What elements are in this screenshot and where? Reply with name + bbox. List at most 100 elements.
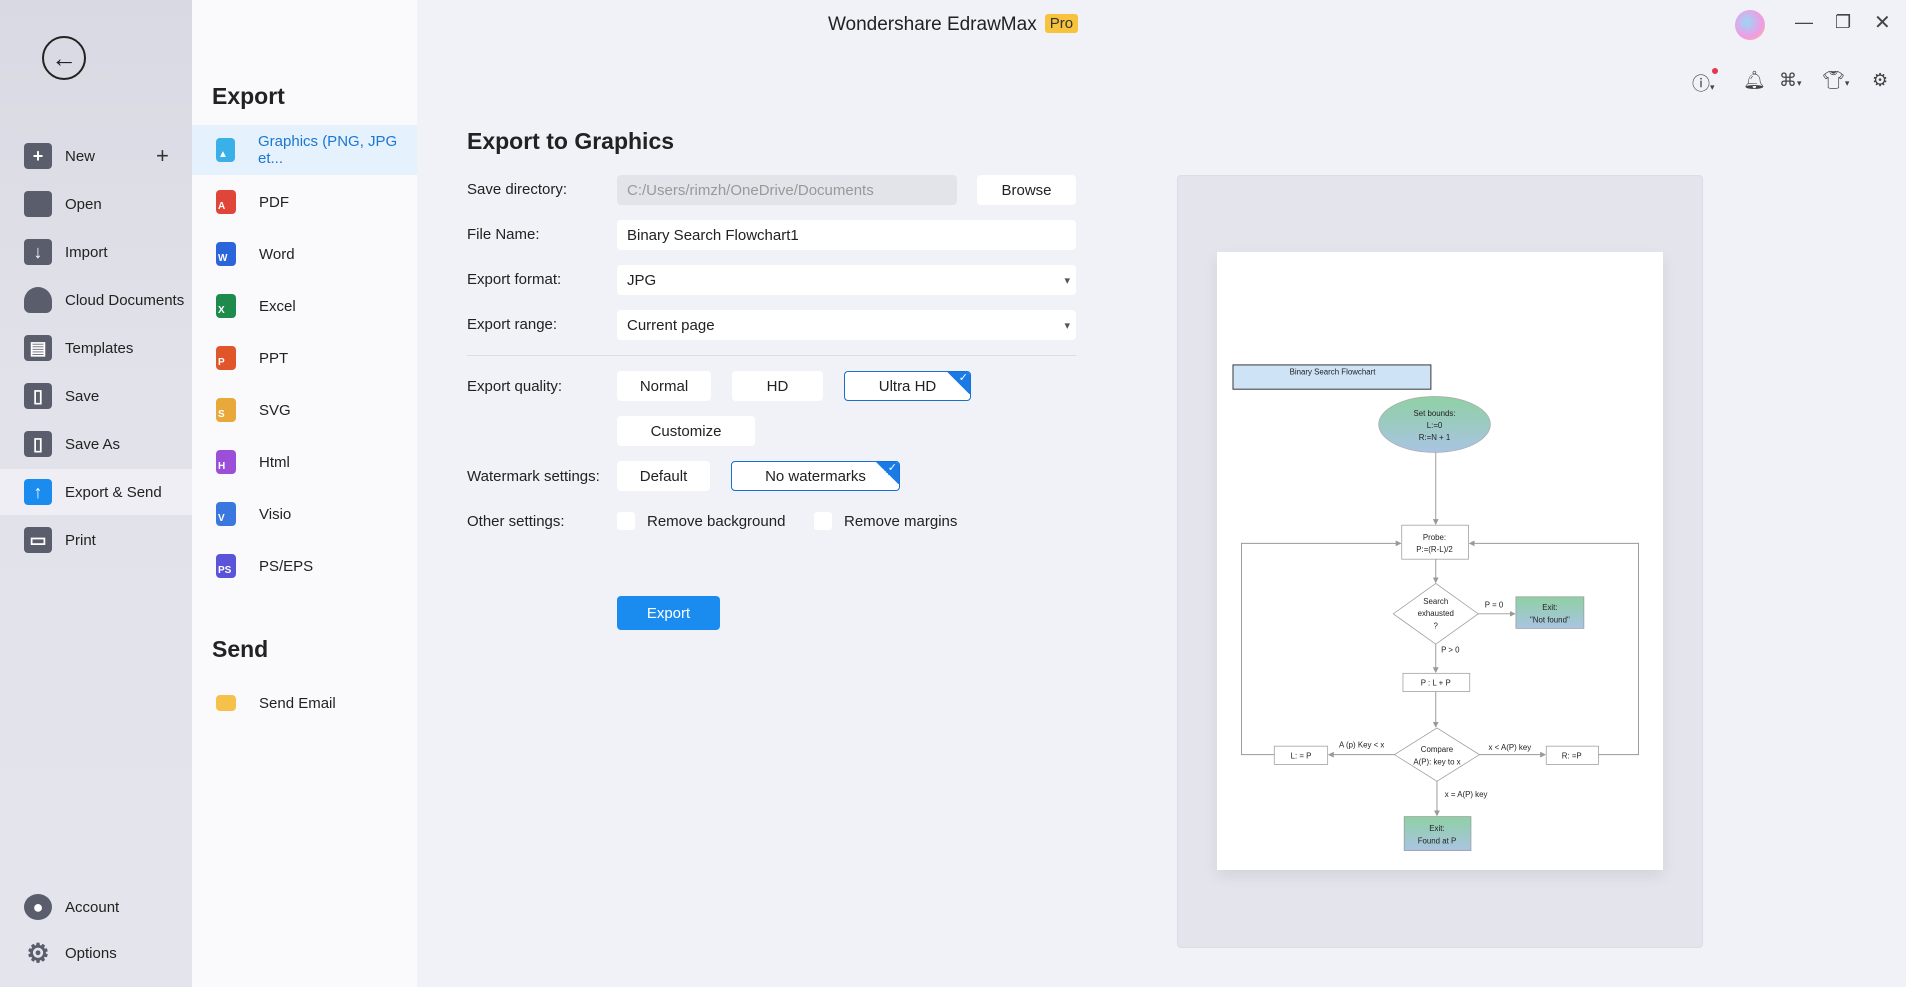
remove-margins-label[interactable]: Remove margins [844, 513, 957, 530]
sidebar: ← + New + Open ↓ Import Cloud Documents ▤ Te… [0, 0, 192, 987]
other-settings-label: Other settings: [467, 513, 565, 530]
left-box-text: L: = P [1291, 751, 1312, 760]
quality-normal-button[interactable]: Normal [617, 371, 711, 401]
plus-square-icon: + [24, 143, 52, 169]
export-format-label: Export format: [467, 271, 562, 288]
watermark-default-button[interactable]: Default [617, 461, 710, 491]
exhausted-text: Search [1423, 597, 1448, 606]
watermark-none-button[interactable]: No watermarks [731, 461, 900, 491]
save-icon: ▯ [24, 383, 52, 409]
help-icon[interactable]: ⓘ ▾ [1692, 68, 1718, 96]
export-type-visio[interactable]: V Visio [192, 489, 417, 539]
sidebar-item-export-send[interactable]: ↑ Export & Send [0, 469, 192, 515]
folder-icon [24, 191, 52, 217]
compare-text: Compare [1421, 745, 1454, 754]
sidebar-item-templates[interactable]: ▤ Templates [0, 325, 192, 371]
loop-right-connector [1468, 540, 1639, 756]
import-icon: ↓ [24, 239, 52, 265]
export-type-panel: Export ▲ Graphics (PNG, JPG et... A PDF W Wor… [192, 0, 417, 987]
exhausted-text: ? [1434, 621, 1439, 630]
restore-button[interactable]: ❐ [1835, 12, 1851, 33]
new-plus-icon[interactable]: + [156, 143, 169, 169]
exhausted-text: exhausted [1418, 609, 1454, 618]
remove-background-checkbox[interactable] [617, 512, 635, 530]
sidebar-item-save[interactable]: ▯ Save [0, 373, 192, 419]
sidebar-item-save-as[interactable]: ▯ Save As [0, 421, 192, 467]
probe-text: P:=(R-L)/2 [1416, 545, 1453, 554]
file-type-icon: P [216, 346, 236, 370]
flowchart-title: Binary Search Flowchart [1290, 368, 1377, 377]
step-text: P : L + P [1421, 678, 1451, 687]
page-title: Export to Graphics [467, 128, 675, 154]
export-format-select[interactable]: JPG [617, 265, 1076, 295]
export-type-ppt[interactable]: P PPT [192, 333, 417, 383]
export-type-html[interactable]: H Html [192, 437, 417, 487]
sidebar-item-import[interactable]: ↓ Import [0, 229, 192, 275]
sidebar-item-new[interactable]: + New + [0, 133, 192, 179]
bell-icon[interactable]: 🔔︎ [1743, 70, 1766, 91]
flowchart-preview: Binary Search Flowchart Set bounds: L:=0… [1232, 364, 1639, 851]
quality-ultra-hd-button[interactable]: Ultra HD [844, 371, 971, 401]
sidebar-item-options[interactable]: ⚙ Options [0, 930, 192, 976]
apps-grid-icon[interactable]: ⌘▾ [1779, 70, 1802, 91]
export-type-svg[interactable]: S SVG [192, 385, 417, 435]
remove-background-label[interactable]: Remove background [647, 513, 785, 530]
file-type-icon: H [216, 450, 236, 474]
send-email-item[interactable]: Send Email [192, 678, 417, 728]
export-type-graphics[interactable]: ▲ Graphics (PNG, JPG et... [192, 125, 417, 175]
export-type-word[interactable]: W Word [192, 229, 417, 279]
export-icon: ↑ [24, 479, 52, 505]
export-range-label: Export range: [467, 316, 558, 333]
exit-text: Exit: [1542, 603, 1557, 612]
file-name-label: File Name: [467, 226, 540, 243]
export-quality-label: Export quality: [467, 378, 563, 395]
templates-icon: ▤ [24, 335, 52, 361]
file-type-icon: ▲ [216, 138, 235, 162]
probe-box [1401, 524, 1469, 560]
probe-text: Probe: [1423, 533, 1446, 542]
exit-found-box [1403, 816, 1472, 851]
start-text: Set bounds: [1414, 409, 1456, 418]
gear-icon: ⚙ [26, 937, 50, 968]
avatar[interactable] [1735, 10, 1765, 40]
back-button[interactable]: ← [42, 36, 86, 80]
file-type-icon: W [216, 242, 236, 266]
export-type-excel[interactable]: X Excel [192, 281, 417, 331]
export-heading: Export [212, 83, 285, 109]
settings-gear-icon[interactable]: ⚙ [1872, 70, 1888, 91]
email-icon [216, 695, 236, 711]
export-type-pseps[interactable]: PS PS/EPS [192, 541, 417, 591]
file-name-input[interactable]: Binary Search Flowchart1 [617, 220, 1076, 250]
start-text: L:=0 [1427, 421, 1443, 430]
export-range-select[interactable]: Current page [617, 310, 1076, 340]
export-type-pdf[interactable]: A PDF [192, 177, 417, 227]
loop-left-connector [1241, 540, 1402, 756]
file-type-icon: PS [216, 554, 236, 578]
minimize-button[interactable]: — [1795, 12, 1813, 33]
sidebar-item-cloud-documents[interactable]: Cloud Documents [0, 277, 192, 323]
browse-button[interactable]: Browse [977, 175, 1076, 205]
file-type-icon: V [216, 502, 236, 526]
sidebar-item-print[interactable]: ▭ Print [0, 517, 192, 563]
pro-badge: Pro [1044, 14, 1079, 33]
start-text: R:=N + 1 [1419, 433, 1451, 442]
save-directory-input[interactable]: C:/Users/rimzh/OneDrive/Documents [617, 175, 957, 205]
right-branch-label: x < A(P) key [1488, 743, 1531, 752]
remove-margins-checkbox[interactable] [814, 512, 832, 530]
export-button[interactable]: Export [617, 596, 720, 630]
close-button[interactable]: ✕ [1874, 10, 1891, 35]
save-as-icon: ▯ [24, 431, 52, 457]
print-icon: ▭ [24, 527, 52, 553]
sidebar-item-open[interactable]: Open [0, 181, 192, 227]
quality-customize-button[interactable]: Customize [617, 416, 755, 446]
exit-text: Exit: [1429, 824, 1444, 833]
theme-shirt-icon[interactable]: 👕︎▾ [1822, 70, 1849, 91]
left-branch-label: A (p) Key < x [1339, 740, 1384, 749]
file-type-icon: X [216, 294, 236, 318]
sidebar-item-account[interactable]: ● Account [0, 884, 192, 930]
preview-page: Binary Search Flowchart Set bounds: L:=0… [1217, 252, 1663, 870]
watermark-label: Watermark settings: [467, 468, 600, 485]
quality-hd-button[interactable]: HD [732, 371, 823, 401]
p-gt-zero-label: P > 0 [1441, 646, 1460, 655]
equal-branch-label: x = A(P) key [1445, 790, 1488, 799]
